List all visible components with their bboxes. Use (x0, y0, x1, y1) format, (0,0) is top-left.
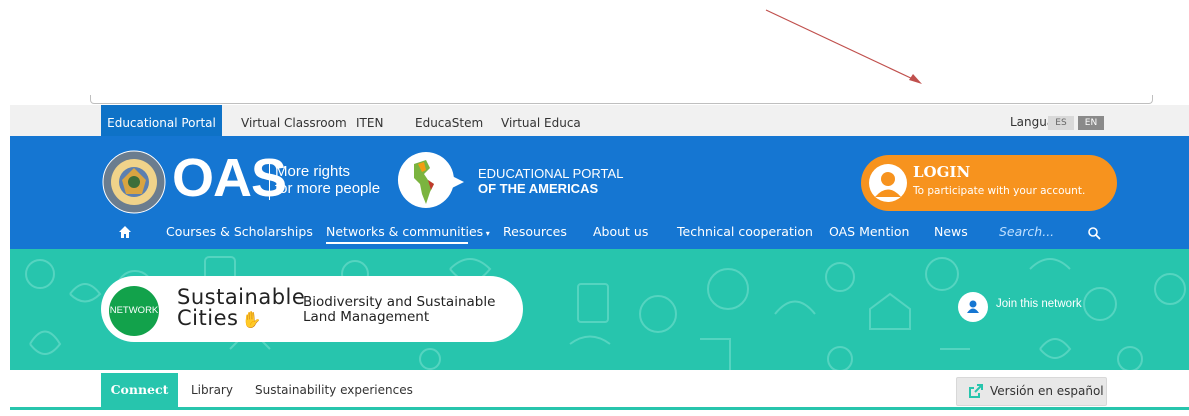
network-badge: NETWORK (109, 286, 159, 336)
address-bar-outline (90, 95, 1153, 104)
tab-sustainability-experiences[interactable]: Sustainability experiences (255, 383, 413, 397)
logo-line-2-wrap: Cities ✋ (177, 308, 305, 330)
top-tab-bar: Educational Portal Virtual Classroom ITE… (10, 105, 1189, 136)
slogan-line-2: for more people (275, 180, 381, 197)
language-es-button[interactable]: ES (1048, 116, 1074, 130)
home-icon[interactable] (118, 225, 132, 239)
nav-technical-cooperation[interactable]: Technical cooperation (677, 224, 813, 239)
portal-title-line-1: EDUCATIONAL PORTAL (478, 166, 624, 181)
spanish-version-button[interactable]: Versión en español (956, 377, 1107, 406)
portal-title: EDUCATIONAL PORTAL OF THE AMERICAS (478, 166, 623, 196)
hand-leaf-icon: ✋ (241, 310, 262, 329)
user-avatar-icon (869, 164, 907, 202)
active-nav-underline (326, 242, 468, 244)
nav-news[interactable]: News (934, 224, 968, 239)
spanish-version-label: Versión en español (990, 384, 1104, 398)
slogan-line-1: More rights (275, 163, 351, 180)
section-tab-underline (10, 407, 1189, 410)
portal-title-line-2: OF THE AMERICAS (478, 181, 599, 196)
logo-line-1: Sustainable (177, 285, 306, 309)
tab-educational-portal[interactable]: Educational Portal (101, 105, 222, 136)
annotation-arrow (765, 9, 922, 84)
nav-oas-mention[interactable]: OAS Mention (829, 224, 909, 239)
nav-networks-communities[interactable]: Networks & communities ▾ (326, 224, 490, 239)
nav-courses-scholarships[interactable]: Courses & Scholarships (166, 224, 313, 239)
tab-iten[interactable]: ITEN (356, 105, 383, 136)
login-subtitle: To participate with your account. (913, 185, 1086, 197)
tab-library[interactable]: Library (191, 383, 233, 397)
login-title: LOGIN (913, 163, 971, 181)
nav-resources[interactable]: Resources (503, 224, 567, 239)
slogan: More rights for more people (275, 163, 380, 197)
sustainable-cities-logo: Sustainable Cities ✋ (177, 287, 305, 330)
login-button[interactable]: LOGIN To participate with your account. (861, 155, 1117, 211)
tab-connect[interactable]: Connect (101, 373, 178, 407)
oas-seal-logo (102, 150, 166, 214)
language-en-button[interactable]: EN (1078, 116, 1104, 130)
network-subtitle: Biodiversity and Sustainable Land Manage… (303, 294, 496, 325)
join-network-link[interactable]: Join this network (996, 298, 1082, 310)
search-icon[interactable] (1087, 226, 1101, 240)
external-link-icon (969, 384, 983, 398)
tab-virtual-educa[interactable]: Virtual Educa (501, 105, 581, 136)
search-input[interactable]: Search... (999, 224, 1054, 239)
caret-down-icon: ▾ (483, 229, 490, 238)
nav-networks-label: Networks & communities (326, 224, 484, 239)
brand-separator (269, 160, 270, 200)
tab-virtual-classroom[interactable]: Virtual Classroom (241, 105, 347, 136)
tab-educastem[interactable]: EducaStem (415, 105, 483, 136)
nav-about-us[interactable]: About us (593, 224, 648, 239)
logo-line-2: Cities (177, 306, 239, 330)
join-network-icon[interactable] (958, 292, 988, 322)
americas-globe-icon (397, 152, 464, 208)
